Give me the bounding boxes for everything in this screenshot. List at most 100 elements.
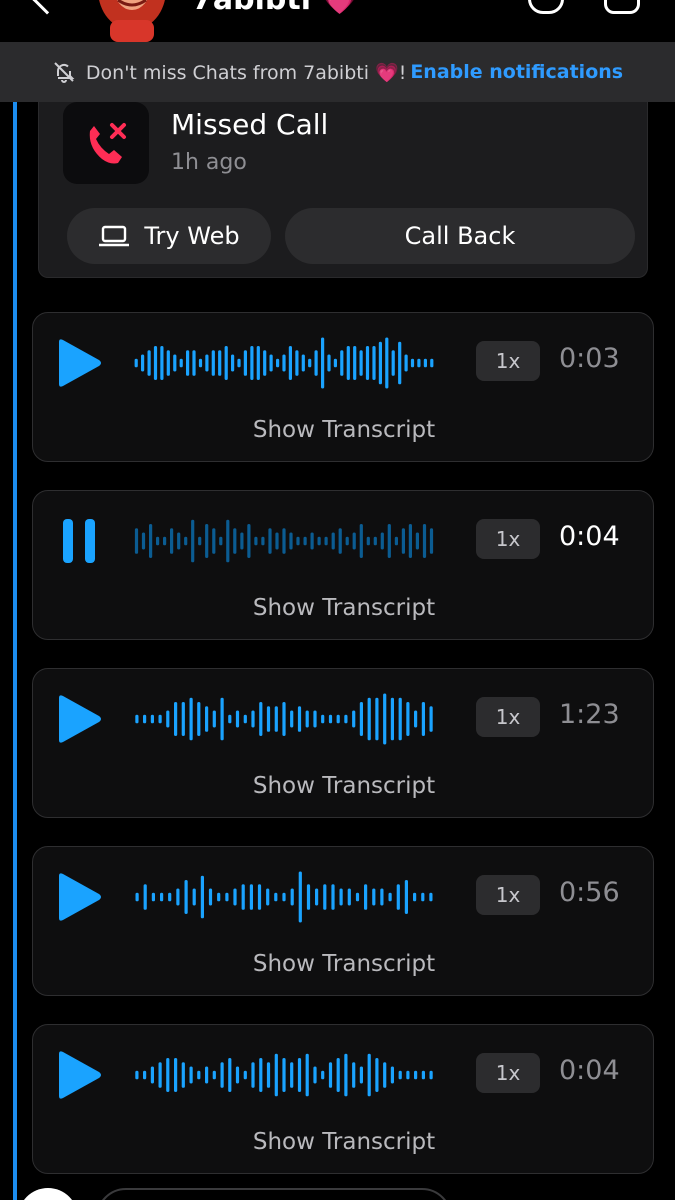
missed-call-icon [89, 123, 126, 164]
waveform-bar [243, 1070, 247, 1080]
waveform-bar [212, 710, 216, 728]
waveform-bar [257, 884, 262, 910]
waveform-bar [359, 702, 363, 736]
show-transcript-button[interactable]: Show Transcript [33, 417, 655, 443]
waveform-bar [225, 892, 229, 902]
waveform-bar [256, 346, 260, 380]
playback-speed-button[interactable]: 1x [476, 519, 540, 559]
waveform-bar [298, 871, 302, 923]
show-transcript-button[interactable]: Show Transcript [33, 1129, 655, 1155]
voice-note-card[interactable]: 1x 0:56 Show Transcript [32, 846, 654, 996]
waveform-bar [269, 354, 273, 372]
waveform-bar [297, 1058, 302, 1092]
voice-note-card[interactable]: 1x 0:04 Show Transcript [32, 490, 654, 640]
waveform-bar [429, 1070, 433, 1080]
waveform-bar [141, 354, 145, 372]
voice-note-duration: 0:56 [559, 877, 620, 908]
waveform-bar [355, 892, 360, 902]
missed-call-title: Missed Call [171, 108, 329, 141]
waveform-bar [192, 888, 196, 906]
waveform-bar [414, 710, 418, 728]
waveform-bar [295, 350, 299, 376]
contact-name[interactable]: 7abibti 💗 [192, 0, 359, 17]
waveform-bar [189, 697, 193, 741]
call-back-button[interactable]: Call Back [285, 208, 635, 264]
waveform-bar [421, 702, 425, 736]
waveform-bar [156, 536, 160, 546]
waveform[interactable] [133, 335, 435, 391]
play-icon[interactable] [53, 1049, 105, 1101]
voice-note-duration: 1:23 [559, 699, 620, 730]
avatar[interactable] [92, 0, 172, 42]
waveform-bar [186, 350, 190, 376]
waveform-bar [323, 884, 327, 910]
camera-button[interactable] [18, 1188, 78, 1200]
waveform-bar [226, 519, 230, 563]
waveform-bar [321, 714, 325, 724]
waveform-bar [421, 892, 425, 902]
play-icon[interactable] [53, 337, 105, 389]
waveform[interactable] [133, 691, 435, 747]
waveform-bar [406, 1070, 410, 1080]
waveform-bar [233, 888, 237, 906]
waveform-bar [134, 358, 138, 368]
waveform-bar [166, 710, 170, 728]
waveform-bar [158, 714, 162, 724]
call-back-label: Call Back [404, 222, 516, 250]
waveform-bar [383, 693, 387, 745]
video-call-icon[interactable] [604, 0, 640, 14]
waveform-bar [168, 892, 172, 902]
waveform-bar [288, 346, 292, 380]
waveform[interactable] [133, 513, 435, 569]
waveform-bar [282, 354, 286, 372]
show-transcript-button[interactable]: Show Transcript [33, 951, 655, 977]
waveform[interactable] [133, 1047, 435, 1103]
waveform-bar [328, 1062, 333, 1088]
waveform-bar [160, 346, 164, 380]
waveform-bar [220, 1062, 224, 1088]
waveform-bar [275, 532, 279, 550]
waveform-bar [197, 1070, 201, 1080]
waveform-bar [336, 714, 340, 724]
voice-note-card[interactable]: 1x 0:03 Show Transcript [32, 312, 654, 462]
enable-notifications-link[interactable]: Enable notifications [410, 61, 623, 83]
waveform-bar [430, 358, 434, 368]
voice-note-card[interactable]: 1x 1:23 Show Transcript [32, 668, 654, 818]
chat-input[interactable] [96, 1188, 452, 1200]
waveform[interactable] [133, 869, 435, 925]
waveform-bar [135, 892, 139, 902]
waveform-bar [289, 532, 293, 550]
playback-speed-button[interactable]: 1x [476, 1053, 540, 1093]
waveform-bar [365, 346, 370, 380]
play-icon[interactable] [53, 693, 105, 745]
waveform-bar [179, 358, 183, 368]
show-transcript-button[interactable]: Show Transcript [33, 595, 655, 621]
show-transcript-button[interactable]: Show Transcript [33, 773, 655, 799]
waveform-bar [398, 697, 402, 741]
waveform-bar [233, 528, 237, 554]
waveform-bar [340, 350, 344, 376]
playback-speed-button[interactable]: 1x [476, 697, 540, 737]
waveform-bar [380, 532, 384, 550]
missed-call-time: 1h ago [171, 150, 247, 175]
waveform-bar [184, 880, 188, 914]
waveform-bar [396, 884, 400, 910]
waveform-bar [208, 888, 213, 906]
waveform-bar [353, 346, 357, 380]
playback-speed-button[interactable]: 1x [476, 875, 540, 915]
waveform-bar [219, 536, 223, 546]
waveform-bar [401, 528, 405, 554]
waveform-bar [344, 1053, 348, 1097]
pause-icon[interactable] [53, 515, 105, 567]
waveform-bar [134, 528, 139, 554]
playback-speed-button[interactable]: 1x [476, 341, 540, 381]
waveform-bar [423, 358, 427, 368]
back-chevron-icon[interactable] [31, 0, 63, 15]
play-icon[interactable] [53, 871, 105, 923]
phone-call-icon[interactable] [528, 0, 564, 14]
waveform-bar [205, 706, 209, 732]
waveform-bar [282, 702, 286, 736]
try-web-button[interactable]: Try Web [67, 208, 271, 264]
waveform-bar [150, 1066, 154, 1084]
voice-note-card[interactable]: 1x 0:04 Show Transcript [32, 1024, 654, 1174]
